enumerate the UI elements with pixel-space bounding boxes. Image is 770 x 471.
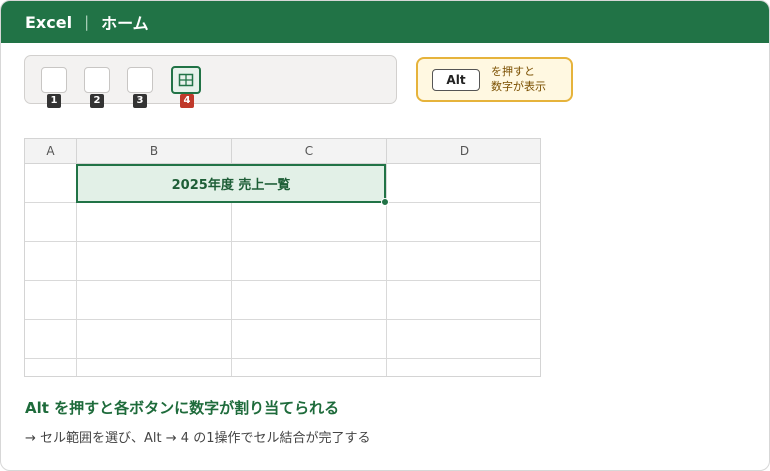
- column-header-d[interactable]: D: [387, 139, 540, 164]
- grid-line: [386, 164, 387, 376]
- grid-line: [25, 319, 540, 320]
- hint-line-1: を押すと: [491, 65, 535, 78]
- merge-cells-button[interactable]: [171, 66, 201, 94]
- caption-body: → セル範囲を選び、Alt → 4 の1操作でセル結合が完了する: [25, 431, 371, 446]
- title-bar: Excel | ホーム: [1, 1, 769, 43]
- ribbon-button-2[interactable]: [84, 67, 110, 93]
- merged-cell-b1-c1[interactable]: 2025年度 売上一覧: [76, 164, 386, 203]
- keytip-badge-1: 1: [47, 94, 61, 108]
- caption-title: Alt を押すと各ボタンに数字が割り当てられる: [25, 399, 340, 417]
- keytip-badge-2: 2: [90, 94, 104, 108]
- grid-line: [25, 358, 540, 359]
- column-header-a[interactable]: A: [25, 139, 77, 164]
- ribbon-button-1[interactable]: [41, 67, 67, 93]
- spreadsheet-grid: A B C D 2025年度 売上一覧: [24, 138, 541, 377]
- hint-text: を押すと 数字が表示: [491, 64, 546, 94]
- column-header-c[interactable]: C: [232, 139, 387, 164]
- app-name: Excel: [25, 12, 73, 32]
- title-separator: |: [84, 13, 90, 31]
- keytip-badge-4: 4: [180, 94, 194, 108]
- alt-key: Alt: [432, 69, 480, 91]
- column-header-b[interactable]: B: [77, 139, 232, 164]
- grid-line: [25, 280, 540, 281]
- hint-line-2: 数字が表示: [491, 80, 546, 93]
- app-window: Excel | ホーム 1 2 3 4 Alt を押すと 数字が表示 A B C…: [0, 0, 770, 471]
- merge-cells-icon: [178, 73, 194, 87]
- alt-hint-callout: Alt を押すと 数字が表示: [416, 57, 573, 102]
- ribbon-toolbar: 1 2 3 4: [24, 55, 397, 108]
- keytip-badge-3: 3: [133, 94, 147, 108]
- grid-line: [25, 241, 540, 242]
- ribbon-tab-home[interactable]: ホーム: [101, 10, 149, 34]
- fill-handle[interactable]: [381, 198, 389, 206]
- ribbon-button-3[interactable]: [127, 67, 153, 93]
